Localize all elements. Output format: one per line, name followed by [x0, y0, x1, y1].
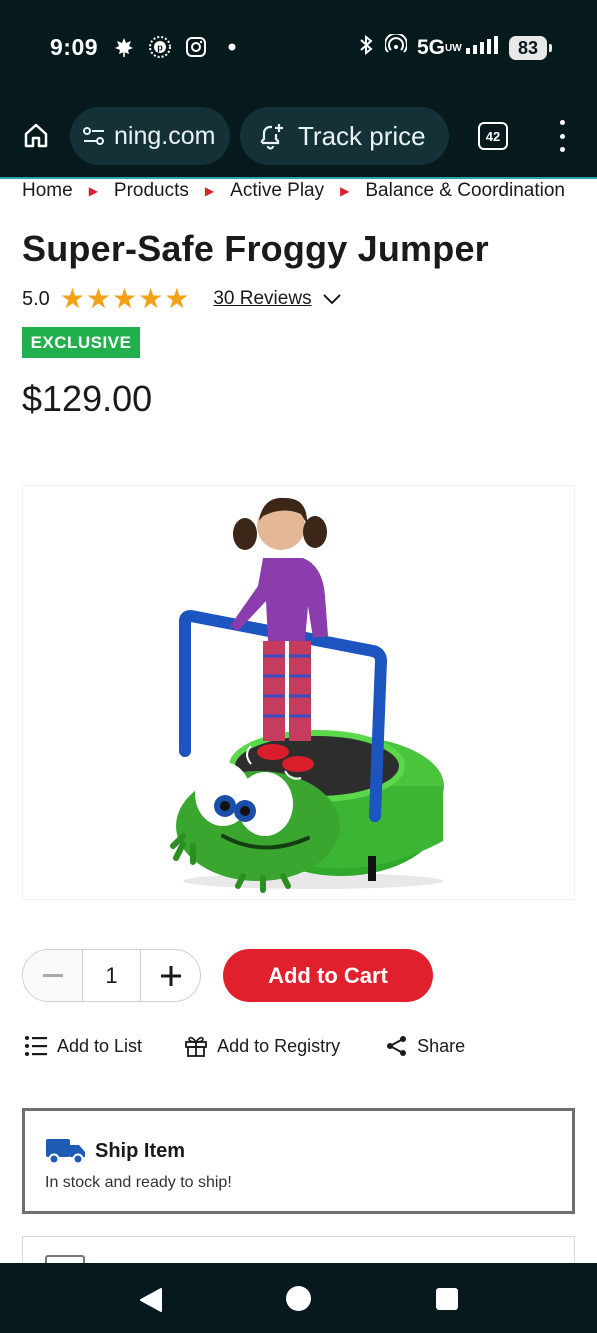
star-icon: ★ — [59, 283, 85, 314]
network-type: 5GUW — [416, 36, 462, 59]
bluetooth-icon — [357, 34, 375, 62]
gift-icon — [184, 1034, 208, 1058]
browser-home-button[interactable] — [18, 117, 54, 153]
product-image[interactable] — [22, 485, 575, 900]
hotspot-icon — [383, 32, 408, 62]
breadcrumb-home[interactable]: Home — [22, 180, 73, 202]
pinterest-icon: p — [148, 34, 172, 60]
breadcrumb-products[interactable]: Products — [114, 180, 189, 202]
breadcrumb-active-play[interactable]: Active Play — [230, 180, 324, 202]
chevron-down-icon[interactable] — [322, 292, 342, 306]
star-icon: ★ — [138, 283, 164, 314]
rating-value: 5.0 — [22, 287, 50, 310]
status-notification-icons: p — [112, 34, 244, 60]
breadcrumb-separator-icon: ▶ — [204, 184, 215, 198]
share-button[interactable]: Share — [386, 1035, 465, 1057]
system-navigation-bar — [0, 1263, 597, 1333]
list-icon — [24, 1035, 48, 1057]
breadcrumb: Home ▶ Products ▶ Active Play ▶ Balance … — [22, 180, 565, 202]
ship-item-option[interactable]: Ship Item In stock and ready to ship! — [22, 1108, 575, 1214]
track-price-button[interactable]: Track price — [240, 107, 449, 165]
back-triangle-icon — [140, 1288, 162, 1312]
share-label: Share — [417, 1035, 466, 1056]
maple-leaf-icon — [112, 34, 136, 60]
breadcrumb-separator-icon: ▶ — [88, 184, 98, 198]
battery-indicator: 83 — [509, 36, 552, 60]
exclusive-badge: EXCLUSIVE — [22, 327, 140, 358]
star-icon: ★ — [112, 283, 138, 314]
notification-dot-icon — [220, 34, 244, 60]
star-rating: ★ ★ ★ ★ ★ — [60, 285, 190, 313]
add-to-cart-button[interactable]: Add to Cart — [223, 949, 433, 1002]
ship-item-header: Ship Item — [45, 1137, 185, 1165]
minus-icon — [42, 973, 63, 977]
add-to-list-button[interactable]: Add to List — [24, 1035, 142, 1057]
home-circle-button[interactable] — [286, 1286, 311, 1311]
product-price: $129.00 — [22, 378, 153, 419]
tab-switcher-button[interactable]: 42 — [478, 122, 508, 150]
status-time: 9:09 — [50, 34, 99, 60]
status-system-icons: 5GUW 83 — [357, 32, 552, 62]
status-bar: 9:09 p 5GUW 83 — [0, 0, 597, 95]
breadcrumb-separator-icon: ▶ — [340, 184, 350, 198]
back-button[interactable] — [139, 1287, 163, 1318]
signal-icon — [465, 34, 499, 62]
reviews-link[interactable]: 30 Reviews — [213, 288, 311, 310]
url-text: ning.com — [114, 121, 216, 150]
recent-apps-button[interactable] — [436, 1288, 458, 1310]
url-bar[interactable]: ning.com — [70, 107, 230, 165]
browser-menu-button[interactable] — [552, 120, 572, 152]
site-settings-icon[interactable] — [82, 126, 106, 146]
add-to-registry-button[interactable]: Add to Registry — [184, 1034, 340, 1058]
svg-text:p: p — [157, 43, 163, 53]
product-actions: Add to List Add to Registry Share — [24, 1034, 465, 1058]
home-icon — [24, 123, 48, 148]
increase-quantity-button[interactable] — [141, 950, 200, 1001]
star-icon: ★ — [85, 283, 112, 314]
truck-icon — [45, 1137, 87, 1165]
share-icon — [386, 1035, 408, 1057]
breadcrumb-balance-coordination[interactable]: Balance & Coordination — [365, 180, 565, 202]
star-icon: ★ — [164, 283, 190, 314]
rating-row: 5.0 ★ ★ ★ ★ ★ 30 Reviews — [22, 285, 342, 313]
quantity-value[interactable]: 1 — [82, 950, 141, 1001]
bell-add-icon — [256, 121, 286, 151]
ship-item-title: Ship Item — [95, 1139, 186, 1162]
add-to-registry-label: Add to Registry — [217, 1035, 341, 1056]
instagram-icon — [184, 34, 208, 60]
track-price-label: Track price — [298, 120, 426, 151]
add-to-list-label: Add to List — [57, 1035, 143, 1056]
product-title: Super-Safe Froggy Jumper — [22, 228, 489, 269]
decrease-quantity-button[interactable] — [23, 950, 82, 1001]
quantity-stepper: 1 — [22, 949, 201, 1002]
plus-icon — [160, 965, 181, 986]
ship-item-status: In stock and ready to ship! — [45, 1174, 232, 1191]
